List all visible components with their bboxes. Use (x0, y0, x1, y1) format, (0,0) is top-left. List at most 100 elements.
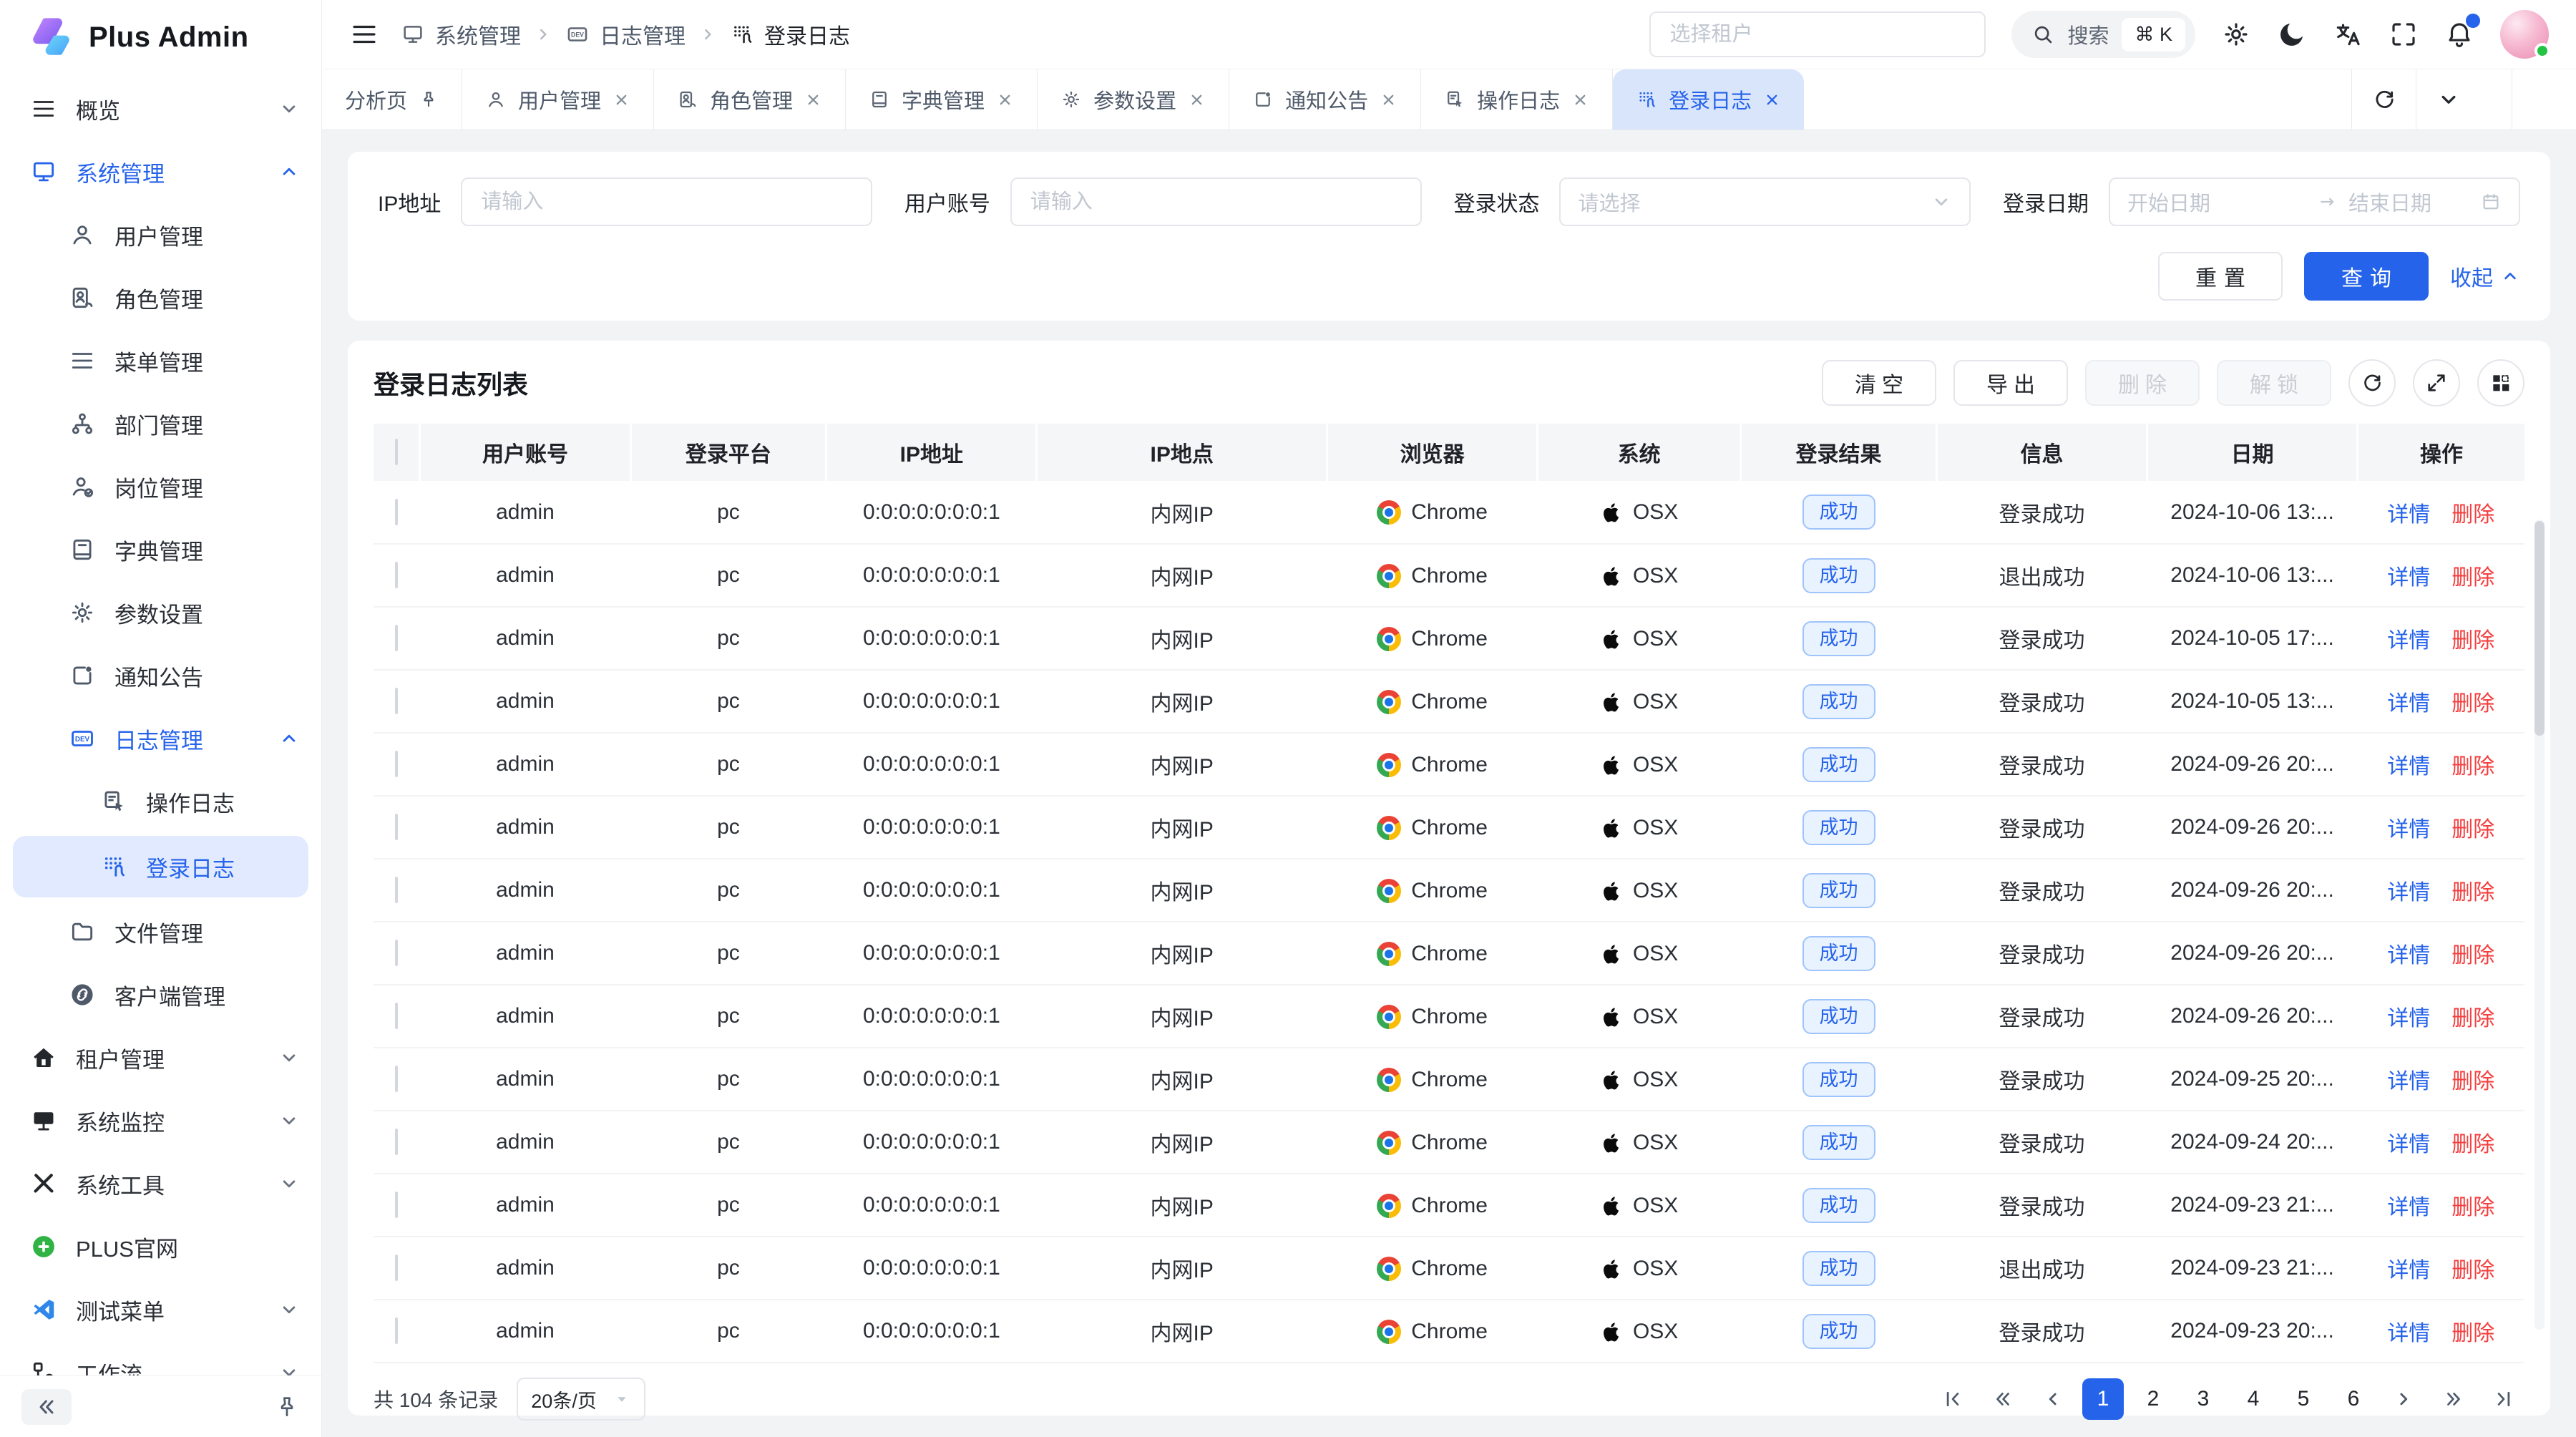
sidebar-item[interactable]: 角色管理 (0, 266, 321, 329)
delete-link[interactable]: 删除 (2451, 1259, 2494, 1282)
sidebar-item[interactable]: 系统管理 (0, 140, 321, 203)
delete-button[interactable]: 删除 (2085, 360, 2200, 406)
page-button[interactable]: 3 (2182, 1378, 2224, 1420)
delete-link[interactable]: 删除 (2451, 818, 2494, 842)
detail-link[interactable]: 详情 (2387, 1259, 2430, 1282)
delete-link[interactable]: 删除 (2451, 1070, 2494, 1093)
page-button[interactable]: 1 (2082, 1378, 2124, 1420)
row-checkbox[interactable] (395, 1192, 398, 1218)
tab[interactable]: 登录日志 (1613, 69, 1804, 130)
detail-link[interactable]: 详情 (2387, 818, 2430, 842)
row-checkbox[interactable] (395, 1066, 398, 1092)
breadcrumb-item[interactable]: 登录日志 (730, 19, 850, 50)
row-checkbox[interactable] (395, 751, 398, 777)
delete-link[interactable]: 删除 (2451, 1133, 2494, 1156)
next-page-button[interactable] (2383, 1378, 2424, 1420)
row-checkbox[interactable] (395, 499, 398, 525)
fullscreen-icon[interactable] (2389, 19, 2419, 49)
query-button[interactable]: 查询 (2304, 252, 2429, 301)
delete-link[interactable]: 删除 (2451, 566, 2494, 590)
pin-icon[interactable] (274, 1394, 300, 1420)
page-button[interactable]: 2 (2132, 1378, 2174, 1420)
status-select[interactable]: 请选择 (1559, 177, 1971, 226)
sidebar-item[interactable]: 租户管理 (0, 1026, 321, 1089)
row-checkbox[interactable] (395, 688, 398, 714)
sidebar-item[interactable]: PLUS官网 (0, 1215, 321, 1278)
back-5-pages-button[interactable] (1982, 1378, 2024, 1420)
column-settings-button[interactable] (2477, 359, 2524, 406)
refresh-tab-button[interactable] (2351, 69, 2416, 130)
avatar[interactable] (2500, 10, 2549, 59)
delete-link[interactable]: 删除 (2451, 755, 2494, 779)
last-page-button[interactable] (2483, 1378, 2524, 1420)
sidebar-item[interactable]: 操作日志 (0, 770, 321, 833)
sidebar-item[interactable]: 系统工具 (0, 1152, 321, 1215)
page-size-select[interactable]: 20条/页 (517, 1378, 645, 1421)
tab-menu-button[interactable] (2416, 69, 2480, 130)
language-icon[interactable] (2333, 19, 2363, 49)
export-button[interactable]: 导出 (1953, 360, 2068, 406)
row-checkbox[interactable] (395, 1255, 398, 1281)
sidebar-item[interactable]: 字典管理 (0, 518, 321, 581)
detail-link[interactable]: 详情 (2387, 1196, 2430, 1219)
row-checkbox[interactable] (395, 940, 398, 966)
row-checkbox[interactable] (395, 625, 398, 651)
expand-table-button[interactable] (2413, 359, 2460, 406)
ip-input[interactable] (461, 177, 872, 226)
account-input[interactable] (1010, 177, 1422, 226)
row-checkbox[interactable] (395, 814, 398, 840)
row-checkbox[interactable] (395, 1129, 398, 1155)
unlock-button[interactable]: 解锁 (2217, 360, 2331, 406)
detail-link[interactable]: 详情 (2387, 629, 2430, 653)
breadcrumb-item[interactable]: DEV日志管理 (565, 19, 686, 50)
tenant-select[interactable] (1649, 11, 1986, 57)
sidebar-item[interactable]: 岗位管理 (0, 455, 321, 518)
global-search[interactable]: 搜索 ⌘ K (2011, 11, 2195, 58)
sidebar-item[interactable]: 系统监控 (0, 1089, 321, 1152)
tab[interactable]: 用户管理 (462, 69, 654, 130)
scrollbar-thumb[interactable] (2534, 521, 2545, 736)
sidebar-item[interactable]: 测试菜单 (0, 1278, 321, 1341)
sidebar-item[interactable]: 通知公告 (0, 644, 321, 707)
detail-link[interactable]: 详情 (2387, 755, 2430, 779)
detail-link[interactable]: 详情 (2387, 503, 2430, 527)
tab[interactable]: 角色管理 (654, 69, 846, 130)
refresh-table-button[interactable] (2348, 359, 2396, 406)
delete-link[interactable]: 删除 (2451, 1007, 2494, 1031)
delete-link[interactable]: 删除 (2451, 692, 2494, 716)
tab[interactable]: 分析页 (322, 69, 462, 130)
first-page-button[interactable] (1932, 1378, 1974, 1420)
sidebar-item[interactable]: 部门管理 (0, 392, 321, 455)
detail-link[interactable]: 详情 (2387, 881, 2430, 905)
sidebar-item[interactable]: 工作流 (0, 1341, 321, 1375)
clear-button[interactable]: 清空 (1822, 360, 1936, 406)
hamburger-icon[interactable] (349, 19, 379, 49)
prev-page-button[interactable] (2032, 1378, 2074, 1420)
tab[interactable]: 通知公告 (1229, 69, 1421, 130)
page-button[interactable]: 6 (2333, 1378, 2374, 1420)
delete-link[interactable]: 删除 (2451, 1196, 2494, 1219)
sidebar-item[interactable]: 菜单管理 (0, 329, 321, 392)
delete-link[interactable]: 删除 (2451, 629, 2494, 653)
row-checkbox[interactable] (395, 1003, 398, 1029)
content-fullscreen-button[interactable] (2512, 69, 2576, 130)
detail-link[interactable]: 详情 (2387, 944, 2430, 968)
forward-5-pages-button[interactable] (2433, 1378, 2474, 1420)
row-checkbox[interactable] (395, 1317, 398, 1344)
detail-link[interactable]: 详情 (2387, 566, 2430, 590)
detail-link[interactable]: 详情 (2387, 692, 2430, 716)
delete-link[interactable]: 删除 (2451, 881, 2494, 905)
collapse-filters-link[interactable]: 收起 (2450, 260, 2520, 292)
tab[interactable]: 字典管理 (846, 69, 1038, 130)
sidebar-item[interactable]: 文件管理 (0, 900, 321, 963)
row-checkbox[interactable] (395, 877, 398, 903)
tab[interactable]: 参数设置 (1038, 69, 1229, 130)
sidebar-item[interactable]: 用户管理 (0, 203, 321, 266)
date-range-picker[interactable]: 开始日期 结束日期 (2109, 177, 2520, 226)
sidebar-item[interactable]: 登录日志 (13, 836, 308, 897)
page-button[interactable]: 5 (2283, 1378, 2324, 1420)
row-checkbox[interactable] (395, 562, 398, 588)
notifications-button[interactable] (2444, 19, 2474, 49)
detail-link[interactable]: 详情 (2387, 1070, 2430, 1093)
detail-link[interactable]: 详情 (2387, 1322, 2430, 1345)
